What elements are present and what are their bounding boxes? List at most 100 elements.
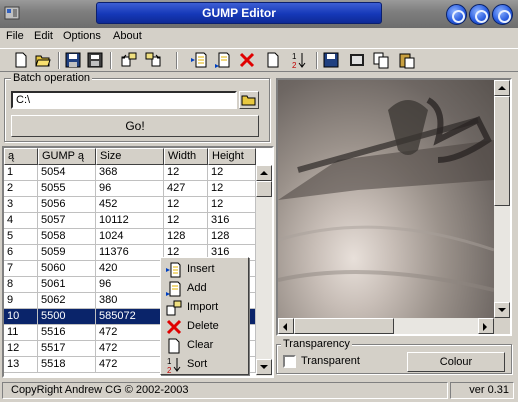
table-cell: 128 xyxy=(208,229,256,245)
delete-icon xyxy=(166,319,182,335)
table-cell: 1 xyxy=(4,165,38,181)
column-header-gump[interactable]: GUMP ą xyxy=(38,148,96,165)
preview-artwork xyxy=(278,97,495,292)
preview-scroll-left-button[interactable] xyxy=(278,318,294,334)
table-cell: 472 xyxy=(96,357,164,373)
svg-text:1: 1 xyxy=(292,52,297,61)
context-menu-item-delete[interactable]: Delete xyxy=(163,317,247,336)
column-header-width[interactable]: Width xyxy=(164,148,208,165)
colour-button[interactable]: Colour xyxy=(407,352,505,372)
column-header-index[interactable]: ą xyxy=(4,148,38,165)
table-row[interactable]: 5 5058 1024 128 128 xyxy=(4,229,256,245)
scroll-corner xyxy=(494,318,510,334)
table-cell: 11376 xyxy=(96,245,164,261)
new-button[interactable] xyxy=(12,51,32,70)
preview-scroll-down-button[interactable] xyxy=(494,302,510,318)
table-cell: 585072 xyxy=(96,309,164,325)
window-title: GUMP Editor xyxy=(96,2,382,24)
sort-icon: 12 xyxy=(292,52,306,69)
app-icon xyxy=(4,6,20,20)
clear-icon xyxy=(166,338,182,354)
table-cell: 2 xyxy=(4,181,38,197)
column-header-height[interactable]: Height xyxy=(208,148,256,165)
add-button[interactable] xyxy=(214,51,234,70)
arrow-up-icon xyxy=(260,171,268,175)
table-cell: 3 xyxy=(4,197,38,213)
add-icon xyxy=(166,281,182,297)
table-cell: 96 xyxy=(96,181,164,197)
film-icon xyxy=(350,54,364,66)
table-cell: 4 xyxy=(4,213,38,229)
import-button[interactable] xyxy=(120,51,140,70)
table-cell: 452 xyxy=(96,197,164,213)
table-cell: 12 xyxy=(164,213,208,229)
arrow-down-icon xyxy=(260,365,268,369)
export-button[interactable] xyxy=(144,51,164,70)
svg-text:2: 2 xyxy=(292,61,297,69)
context-menu-item-add[interactable]: Add xyxy=(163,279,247,298)
preview-vertical-scrollbar[interactable] xyxy=(494,80,510,318)
menu-edit[interactable]: Edit xyxy=(34,30,53,42)
delete-icon xyxy=(239,52,255,68)
preview-scroll-up-button[interactable] xyxy=(494,80,510,96)
context-menu-item-sort[interactable]: 1 2 Sort xyxy=(163,355,247,375)
menu-options[interactable]: Options xyxy=(63,30,101,42)
context-menu-item-insert[interactable]: Insert xyxy=(163,260,247,279)
context-menu-label: Import xyxy=(187,301,219,313)
table-row[interactable]: 4 5057 10112 12 316 xyxy=(4,213,256,229)
sort-button[interactable]: 12 xyxy=(290,51,310,70)
menu-about[interactable]: About xyxy=(113,30,142,42)
menu-file[interactable]: File xyxy=(6,30,24,42)
clear-icon xyxy=(267,52,279,68)
paste-button[interactable] xyxy=(398,51,418,70)
toolbar-separator xyxy=(176,52,178,69)
go-button[interactable]: Go! xyxy=(11,115,259,137)
svg-text:2: 2 xyxy=(167,366,172,373)
preview-scroll-thumb[interactable] xyxy=(494,96,510,206)
minimize-button[interactable] xyxy=(446,4,467,25)
svg-text:1: 1 xyxy=(167,357,172,366)
preview-scroll-right-button[interactable] xyxy=(478,318,494,334)
toolbar-separator xyxy=(110,52,112,69)
copy-icon xyxy=(373,52,389,69)
context-menu-item-import[interactable]: Import xyxy=(163,298,247,317)
import-icon xyxy=(166,300,182,316)
save-button[interactable] xyxy=(64,51,84,70)
maximize-button[interactable] xyxy=(469,4,490,25)
film-button[interactable] xyxy=(348,51,368,70)
arrow-down-icon xyxy=(498,308,506,312)
context-menu-label: Insert xyxy=(187,263,215,275)
table-cell: 12 xyxy=(208,197,256,213)
scroll-down-button[interactable] xyxy=(256,359,272,375)
preview-horizontal-scrollbar[interactable] xyxy=(278,318,494,334)
delete-button[interactable] xyxy=(238,51,258,70)
table-cell: 368 xyxy=(96,165,164,181)
table-cell: 5517 xyxy=(38,341,96,357)
table-cell: 5059 xyxy=(38,245,96,261)
browse-button[interactable] xyxy=(239,91,259,109)
transparent-checkbox-label[interactable]: Transparent xyxy=(301,355,360,367)
preview-hscroll-thumb[interactable] xyxy=(294,318,394,334)
table-cell: 5054 xyxy=(38,165,96,181)
clear-button[interactable] xyxy=(264,51,284,70)
table-row[interactable]: 2 5055 96 427 12 xyxy=(4,181,256,197)
copy-button[interactable] xyxy=(372,51,392,70)
table-row[interactable]: 3 5056 452 12 12 xyxy=(4,197,256,213)
scroll-thumb[interactable] xyxy=(256,181,272,197)
context-menu-item-clear[interactable]: Clear xyxy=(163,336,247,355)
open-button[interactable] xyxy=(34,51,54,70)
close-button[interactable] xyxy=(492,4,513,25)
transparent-checkbox[interactable] xyxy=(283,355,296,368)
table-cell: 8 xyxy=(4,277,38,293)
scroll-up-button[interactable] xyxy=(256,165,272,181)
insert-button[interactable] xyxy=(190,51,210,70)
save-all-button[interactable] xyxy=(86,51,106,70)
table-cell: 128 xyxy=(164,229,208,245)
toolbar: 12 xyxy=(0,48,518,72)
column-header-size[interactable]: Size xyxy=(96,148,164,165)
table-row[interactable]: 1 5054 368 12 12 xyxy=(4,165,256,181)
save-file-button[interactable] xyxy=(322,51,342,70)
table-cell: 13 xyxy=(4,357,38,373)
path-input[interactable] xyxy=(11,91,237,109)
table-vertical-scrollbar[interactable] xyxy=(256,165,272,376)
